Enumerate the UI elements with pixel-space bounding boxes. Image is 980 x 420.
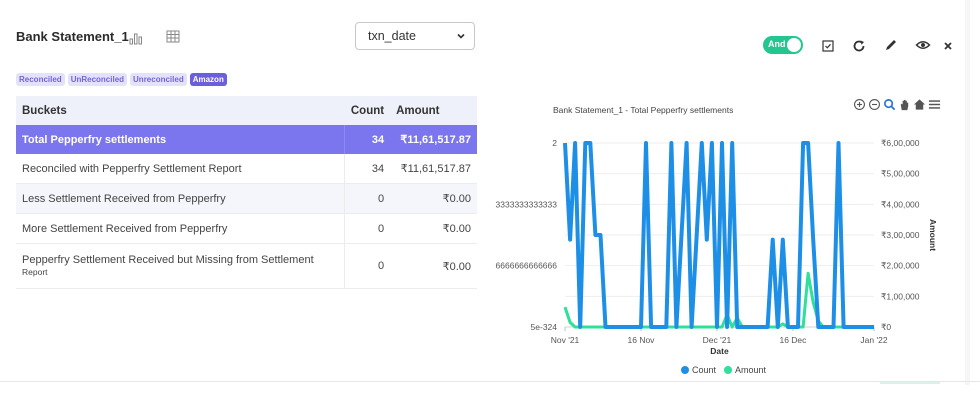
filter-tags: Reconciled UnReconciled Unreconciled Ama… bbox=[16, 73, 227, 86]
tag-unreconciled-upper[interactable]: UnReconciled bbox=[67, 73, 128, 86]
row-label-continued: Report bbox=[22, 267, 48, 277]
toggle-knob bbox=[787, 38, 801, 52]
x-axis-title: Date bbox=[710, 346, 729, 356]
pan-hand-icon[interactable] bbox=[898, 98, 911, 111]
row-count: 34 bbox=[344, 154, 391, 184]
toggle-label: And bbox=[768, 39, 786, 49]
row-label: Total Pepperfry settlements bbox=[16, 125, 345, 154]
divider bbox=[0, 381, 980, 382]
tag-unreconciled[interactable]: Unreconciled bbox=[130, 73, 187, 86]
x-tick-label: Jan '22 bbox=[860, 335, 887, 345]
row-amount: ₹0.00 bbox=[390, 243, 477, 289]
y-right-tick-label: ₹2,00,000 bbox=[881, 261, 920, 271]
chart-legend: Count Amount bbox=[681, 365, 766, 375]
page-scrollbar[interactable] bbox=[965, 0, 970, 385]
grid-table-icon[interactable] bbox=[165, 29, 181, 45]
table-header-row: Buckets Count Amount bbox=[16, 96, 477, 125]
row-count: 0 bbox=[344, 213, 391, 244]
table-row[interactable]: More Settlement Received from Pepperfry … bbox=[16, 213, 477, 244]
eye-icon[interactable] bbox=[915, 37, 931, 53]
page-title: Bank Statement_1 bbox=[16, 29, 129, 44]
y-right-tick-label: ₹1,00,000 bbox=[881, 291, 920, 301]
legend-label-amount: Amount bbox=[735, 365, 767, 375]
edit-icon[interactable] bbox=[883, 37, 899, 53]
y-right-tick-label: ₹6,00,000 bbox=[881, 138, 920, 148]
close-icon[interactable] bbox=[940, 38, 956, 54]
x-tick-label: Dec '21 bbox=[703, 335, 732, 345]
zoom-out-icon[interactable] bbox=[868, 98, 881, 111]
y-right-axis-title: Amount bbox=[928, 219, 938, 251]
y-left-tick-label: 5e-324 bbox=[531, 322, 558, 332]
header-count[interactable]: Count bbox=[344, 96, 391, 125]
x-tick-label: Nov '21 bbox=[551, 335, 580, 345]
y-left-tick-label: 6666666666666 bbox=[496, 261, 558, 271]
buckets-table: Buckets Count Amount Total Pepperfry set… bbox=[16, 96, 477, 289]
table-row[interactable]: Less Settlement Received from Pepperfry … bbox=[16, 183, 477, 214]
legend-label-count: Count bbox=[692, 365, 717, 375]
y-right-tick-label: ₹3,00,000 bbox=[881, 230, 920, 240]
footer-accent bbox=[880, 382, 940, 384]
settlement-line-chart: ₹6,00,000 ₹5,00,000 ₹4,00,000 ₹3,00,000 ₹2,0… bbox=[496, 138, 938, 356]
zoom-in-icon[interactable] bbox=[853, 98, 866, 111]
row-label: Pepperfry Settlement Received but Missin… bbox=[22, 254, 314, 266]
table-row[interactable]: Reconciled with Pepperfry Settlement Rep… bbox=[16, 154, 477, 184]
chart-toolbar bbox=[853, 98, 941, 111]
row-label: More Settlement Received from Pepperfry bbox=[16, 213, 345, 244]
y-right-tick-label: ₹4,00,000 bbox=[881, 199, 920, 209]
table-row[interactable]: Total Pepperfry settlements 34 ₹11,61,51… bbox=[16, 125, 477, 154]
legend-item-count[interactable]: Count bbox=[681, 365, 716, 375]
y-left-tick-label: 2 bbox=[552, 138, 557, 148]
header-buckets[interactable]: Buckets bbox=[16, 96, 345, 125]
y-right-tick-label: ₹0 bbox=[881, 322, 891, 332]
menu-icon[interactable] bbox=[928, 98, 941, 111]
and-toggle[interactable]: And bbox=[763, 36, 803, 54]
row-label: Less Settlement Received from Pepperfry bbox=[16, 183, 345, 214]
row-count: 0 bbox=[344, 183, 391, 214]
row-count: 0 bbox=[344, 243, 391, 289]
legend-marker-amount bbox=[724, 366, 733, 374]
refresh-icon[interactable] bbox=[851, 38, 867, 54]
legend-marker-count bbox=[681, 366, 689, 374]
home-icon[interactable] bbox=[913, 98, 926, 111]
row-amount: ₹11,61,517.87 bbox=[390, 154, 477, 184]
row-amount: ₹0.00 bbox=[390, 183, 477, 214]
row-amount: ₹11,61,517.87 bbox=[390, 125, 477, 154]
date-field-value: txn_date bbox=[368, 29, 416, 43]
bar-chart-icon[interactable] bbox=[128, 30, 144, 46]
chevron-down-icon bbox=[457, 33, 465, 39]
x-tick-label: 16 Nov bbox=[628, 335, 656, 345]
row-count: 34 bbox=[344, 125, 391, 154]
row-label-cell: Pepperfry Settlement Received but Missin… bbox=[16, 243, 345, 289]
header-amount[interactable]: Amount bbox=[390, 96, 477, 125]
date-field-select[interactable]: txn_date bbox=[355, 22, 475, 50]
zoom-select-icon[interactable] bbox=[883, 98, 896, 111]
x-tick-label: 16 Dec bbox=[779, 335, 807, 345]
chart-title: Bank Statement_1 - Total Pepperfry settl… bbox=[553, 105, 734, 115]
row-label: Reconciled with Pepperfry Settlement Rep… bbox=[16, 154, 345, 184]
checkbox-icon[interactable] bbox=[820, 38, 836, 54]
tag-amazon[interactable]: Amazon bbox=[189, 73, 227, 86]
y-right-tick-label: ₹5,00,000 bbox=[881, 169, 920, 179]
legend-item-amount[interactable]: Amount bbox=[724, 365, 766, 375]
row-amount: ₹0.00 bbox=[390, 213, 477, 244]
tag-reconciled[interactable]: Reconciled bbox=[16, 73, 65, 86]
table-row[interactable]: Pepperfry Settlement Received but Missin… bbox=[16, 243, 477, 289]
y-left-tick-label: 3333333333333 bbox=[496, 199, 558, 209]
